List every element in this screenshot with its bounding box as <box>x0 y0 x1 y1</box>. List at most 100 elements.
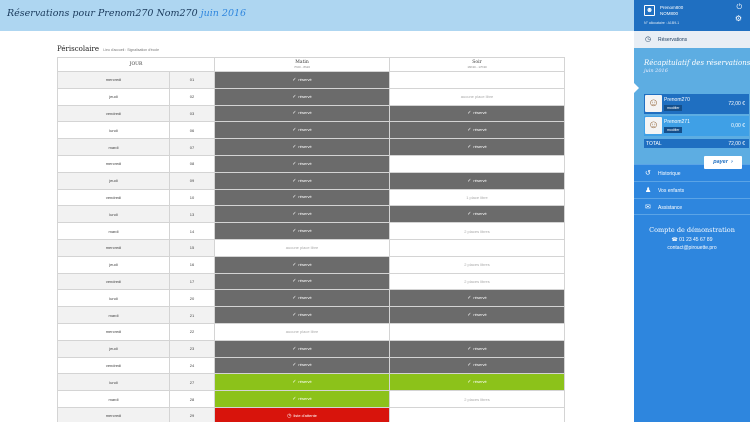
matin-cell[interactable]: ✓ réservé <box>214 390 390 408</box>
soir-cell[interactable]: ✓ réservé <box>389 138 565 156</box>
day-cell: mercredi <box>57 154 170 173</box>
page-header: Réservations pour Prenom270 Nom270 juin … <box>0 0 634 31</box>
matin-cell[interactable]: ✓ réservé <box>214 255 390 274</box>
soir-status: aucune place libre <box>460 94 494 100</box>
modify-button[interactable]: modifier <box>664 127 683 133</box>
soir-cell[interactable] <box>389 238 565 257</box>
date-cell: 16 <box>169 255 215 274</box>
matin-cell[interactable]: ✓ réservé <box>214 71 390 89</box>
soir-cell[interactable] <box>389 154 565 173</box>
soir-cell[interactable]: ✓ réservé <box>389 356 565 375</box>
power-icon[interactable]: ⏻ <box>736 4 742 12</box>
soir-cell[interactable]: 1 place libre <box>389 188 565 207</box>
matin-cell[interactable]: ✓ réservé <box>214 121 390 140</box>
nav-item-enfants[interactable]: ♟ Vos enfants <box>634 181 750 198</box>
matin-cell[interactable]: ✓ réservé <box>214 205 390 224</box>
gear-icon[interactable]: ⚙ <box>735 14 742 23</box>
table-row: lundi 13 ✓ réservé ✓ réservé <box>57 205 565 224</box>
section-title: Périscolaire Lieu d'accueil : Signalisat… <box>57 45 159 53</box>
matin-status: réservé <box>298 261 312 267</box>
matin-cell[interactable]: ✓ réservé <box>214 373 390 392</box>
date-cell: 13 <box>169 205 215 224</box>
nav-item-assistance[interactable]: ✉ Assistance <box>634 198 750 215</box>
nav-item-reservations[interactable]: ◷ Réservations <box>634 31 750 48</box>
day-cell: mercredi <box>57 238 170 257</box>
user-lastname: NOM800 <box>660 10 679 16</box>
check-icon: ✓ <box>467 110 472 117</box>
table-row: vendredi 24 ✓ réservé ✓ réservé <box>57 356 565 375</box>
matin-cell[interactable]: ✓ réservé <box>214 356 390 375</box>
main-content: Périscolaire Lieu d'accueil : Signalisat… <box>0 31 634 422</box>
soir-cell[interactable]: 2 places libres <box>389 390 565 408</box>
table-row: jeudi 09 ✓ réservé ✓ réservé <box>57 171 565 190</box>
table-row: mercredi 15 aucune place libre <box>57 238 565 257</box>
nav-item-label: Vos enfants <box>658 188 685 194</box>
soir-cell[interactable]: ✓ réservé <box>389 205 565 224</box>
matin-cell[interactable]: ✓ réservé <box>214 171 390 190</box>
matin-status: réservé <box>298 127 312 133</box>
check-icon: ✓ <box>292 261 297 268</box>
pay-button[interactable]: payer › <box>704 156 742 169</box>
soir-status: 1 place libre <box>466 194 488 200</box>
column-header-matin-hours: 7h00 - 8h20 <box>293 65 310 69</box>
matin-cell[interactable]: ✓ réservé <box>214 306 390 324</box>
matin-cell[interactable]: ✓ réservé <box>214 138 390 156</box>
user-bar: ☻ Prenom800 NOM800 N° allocataire : A1B9… <box>634 0 750 31</box>
demo-email[interactable]: contact@pirouette.pro <box>634 245 750 251</box>
soir-cell[interactable]: ✓ réservé <box>389 104 565 123</box>
soir-status: réservé <box>473 177 487 183</box>
table-row: mardi 07 ✓ réservé ✓ réservé <box>57 138 565 156</box>
soir-cell[interactable]: ✓ réservé <box>389 373 565 392</box>
matin-cell[interactable]: ✓ réservé <box>214 222 390 240</box>
soir-status: réservé <box>473 211 487 217</box>
table-row: mardi 14 ✓ réservé 2 places libres <box>57 222 565 240</box>
matin-cell[interactable]: ✓ réservé <box>214 289 390 308</box>
soir-cell[interactable]: 2 places libres <box>389 272 565 291</box>
check-icon: ✓ <box>292 345 297 352</box>
matin-cell[interactable]: aucune place libre <box>214 238 390 257</box>
soir-cell[interactable]: ✓ réservé <box>389 339 565 358</box>
matin-cell[interactable]: ✓ réservé <box>214 188 390 207</box>
total-row: TOTAL 72,00 € <box>644 139 749 148</box>
soir-cell[interactable]: ✓ réservé <box>389 171 565 190</box>
table-row: mercredi 01 ✓ réservé <box>57 71 565 89</box>
soir-cell[interactable] <box>389 406 565 422</box>
soir-cell[interactable]: ✓ réservé <box>389 289 565 308</box>
matin-cell[interactable]: ✓ réservé <box>214 87 390 106</box>
user-icon[interactable]: ☻ <box>644 5 655 16</box>
check-icon: ✓ <box>467 177 472 184</box>
soir-cell[interactable]: aucune place libre <box>389 87 565 106</box>
day-cell: jeudi <box>57 171 170 190</box>
child-name: Prenom271 <box>664 119 690 125</box>
soir-cell[interactable] <box>389 322 565 341</box>
day-cell: lundi <box>57 373 170 392</box>
demo-title: Compte de démonstration <box>649 226 735 234</box>
soir-cell[interactable]: 2 places libres <box>389 255 565 274</box>
active-arrow <box>634 83 639 93</box>
soir-cell[interactable]: 2 places libres <box>389 222 565 240</box>
child-row: ☺ Prenom271 modifier 0,00 € <box>644 116 749 136</box>
soir-status: 2 places libres <box>464 278 490 284</box>
user-id: N° allocataire : A1B9-1 <box>644 21 680 25</box>
date-cell: 06 <box>169 121 215 140</box>
check-icon: ✓ <box>292 127 297 134</box>
child-amount: 72,00 € <box>728 101 745 107</box>
matin-cell[interactable]: aucune place libre <box>214 322 390 341</box>
soir-cell[interactable] <box>389 71 565 89</box>
matin-cell[interactable]: ✓ réservé <box>214 104 390 123</box>
day-cell: lundi <box>57 121 170 140</box>
check-icon: ✓ <box>467 211 472 218</box>
modify-button[interactable]: modifier <box>664 105 683 111</box>
matin-cell[interactable]: ✓ réservé <box>214 339 390 358</box>
matin-cell[interactable]: ✓ réservé <box>214 154 390 173</box>
matin-cell[interactable]: ◷ liste d'attente <box>214 406 390 422</box>
soir-status: réservé <box>473 379 487 385</box>
recap-month: juin 2016 <box>644 68 668 74</box>
day-cell: jeudi <box>57 87 170 106</box>
phone-icon: ☎ <box>671 237 678 243</box>
soir-cell[interactable]: ✓ réservé <box>389 121 565 140</box>
matin-cell[interactable]: ✓ réservé <box>214 272 390 291</box>
soir-cell[interactable]: ✓ réservé <box>389 306 565 324</box>
date-cell: 03 <box>169 104 215 123</box>
day-cell: vendredi <box>57 104 170 123</box>
